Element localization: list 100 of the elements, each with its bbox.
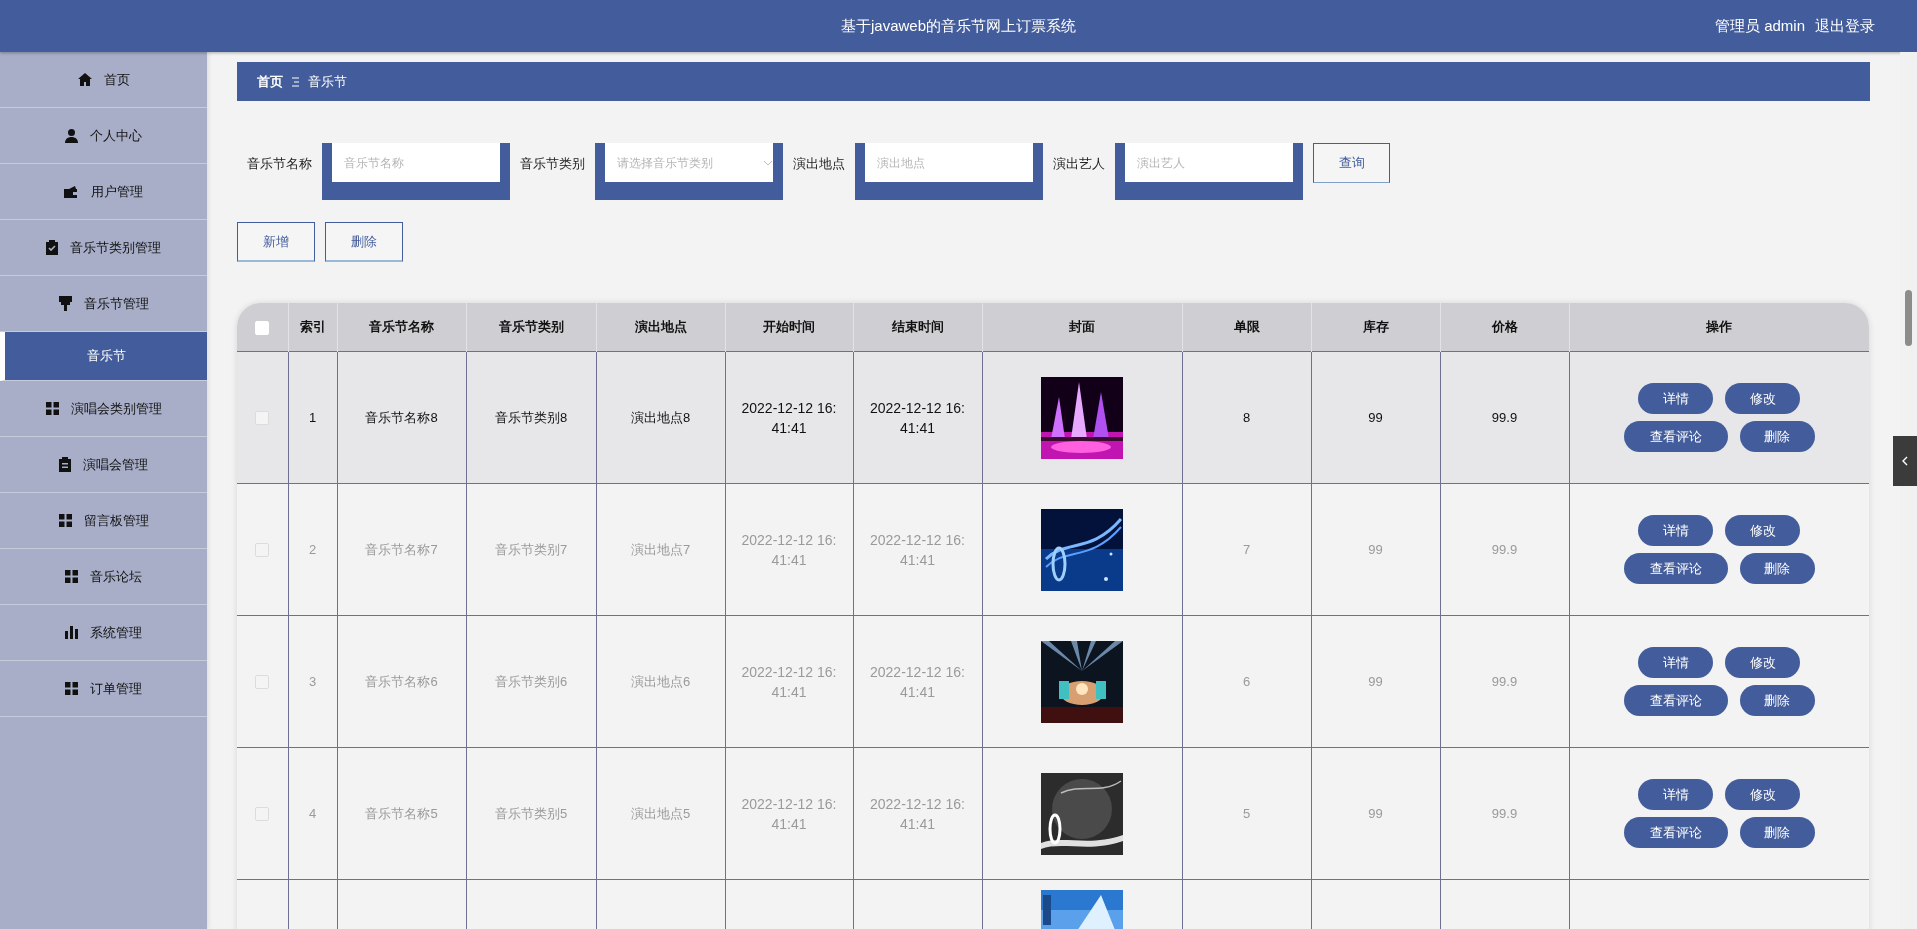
column-header: 封面 <box>982 303 1182 352</box>
column-header: 操作 <box>1569 303 1869 352</box>
start-time-cell: 2022-12-12 16:41:41 <box>741 663 837 700</box>
collapse-tab[interactable] <box>1893 436 1917 486</box>
edit-button[interactable]: 修改 <box>1725 779 1800 810</box>
detail-button[interactable]: 详情 <box>1638 647 1713 678</box>
sidebar-item[interactable]: 订单管理 <box>0 661 207 717</box>
stamp-icon <box>58 296 72 311</box>
toolbar-button[interactable]: 新增 <box>237 222 315 262</box>
end-time-cell: 2022-12-12 16:41:41 <box>870 531 965 568</box>
search-field[interactable]: 演出艺人 <box>1115 143 1303 200</box>
column-header: 开始时间 <box>725 303 853 352</box>
detail-button[interactable]: 详情 <box>1638 779 1713 810</box>
start-time-cell: 2022-12-12 16:41:41 <box>741 399 837 436</box>
delete-button[interactable]: 删除 <box>1739 817 1815 848</box>
index-cell: 2 <box>308 542 317 557</box>
search-field[interactable]: 音乐节名称 <box>322 143 510 200</box>
sidebar-item[interactable]: 用户管理 <box>0 164 207 220</box>
row-checkbox[interactable] <box>255 543 270 558</box>
grid-icon <box>58 514 72 527</box>
search-field[interactable]: 演出地点 <box>855 143 1043 200</box>
category-cell: 音乐节类别5 <box>494 805 568 821</box>
filter-label: 音乐节类别 <box>520 155 585 173</box>
row-checkbox[interactable] <box>255 411 270 426</box>
user-icon <box>65 128 78 143</box>
delete-button[interactable]: 删除 <box>1739 421 1815 452</box>
grid-icon <box>45 402 59 415</box>
venue-cell: 演出地点8 <box>630 409 691 425</box>
column-header: 音乐节名称 <box>337 303 466 352</box>
detail-button[interactable]: 详情 <box>1638 515 1713 546</box>
column-header: 索引 <box>288 303 337 352</box>
column-header: 结束时间 <box>853 303 982 352</box>
edit-button[interactable]: 修改 <box>1725 515 1800 546</box>
delete-button[interactable]: 删除 <box>1739 553 1815 584</box>
detail-button[interactable]: 详情 <box>1638 383 1713 414</box>
stock-cell: 99 <box>1368 410 1383 425</box>
grid-icon <box>65 570 78 583</box>
stock-cell: 99 <box>1368 806 1383 821</box>
index-cell: 3 <box>308 674 317 689</box>
row-checkbox[interactable] <box>255 807 270 822</box>
limit-cell: 6 <box>1242 674 1251 689</box>
name-cell: 音乐节名称5 <box>365 805 438 821</box>
filter-label: 演出地点 <box>793 155 845 173</box>
chevron-left-icon <box>1902 456 1908 466</box>
sidebar-item[interactable]: 音乐论坛 <box>0 549 207 605</box>
wallet-icon <box>64 185 79 198</box>
column-header: 单限 <box>1182 303 1311 352</box>
column-header: 演出地点 <box>596 303 725 352</box>
toolbar-button[interactable]: 删除 <box>325 222 403 262</box>
end-time-cell: 2022-12-12 16:41:41 <box>870 795 965 832</box>
scrollbar-thumb[interactable] <box>1905 290 1912 346</box>
filter-label: 音乐节名称 <box>247 155 312 173</box>
limit-cell: 8 <box>1242 410 1251 425</box>
table-row[interactable]: 3 音乐节名称6 音乐节类别6 演出地点6 2022-12-12 16:41:41 2022-12-12 16:41:41 6 99 99.9 详情 修改 查看评论 删除 <box>237 615 1869 748</box>
sidebar-item[interactable]: 留言板管理 <box>0 493 207 549</box>
edit-button[interactable]: 修改 <box>1725 383 1800 414</box>
delete-button[interactable]: 删除 <box>1739 685 1815 716</box>
sidebar-item[interactable]: 音乐节类别管理 <box>0 220 207 276</box>
price-cell: 99.9 <box>1491 542 1518 557</box>
sidebar-item[interactable]: 演唱会类别管理 <box>0 381 207 437</box>
edit-button[interactable]: 修改 <box>1725 647 1800 678</box>
search-button[interactable]: 查询 <box>1313 143 1390 183</box>
table-row[interactable]: 4 音乐节名称5 音乐节类别5 演出地点5 2022-12-12 16:41:41 2022-12-12 16:41:41 5 99 99.9 详情 修改 查看评论 删除 <box>237 747 1869 880</box>
sidebar-item[interactable]: 演唱会管理 <box>0 437 207 493</box>
table-row[interactable]: 2 音乐节名称7 音乐节类别7 演出地点7 2022-12-12 16:41:41 2022-12-12 16:41:41 7 99 99.9 详情 修改 查看评论 删除 <box>237 483 1869 616</box>
grid-icon <box>65 682 78 695</box>
name-cell: 音乐节名称8 <box>365 409 438 425</box>
index-cell: 1 <box>308 410 317 425</box>
price-cell: 99.9 <box>1491 674 1518 689</box>
category-cell: 音乐节类别7 <box>494 541 568 557</box>
comments-button[interactable]: 查看评论 <box>1623 553 1728 584</box>
clipboard-icon <box>59 457 71 472</box>
row-checkbox[interactable] <box>255 675 270 690</box>
sidebar-item[interactable]: 首页 <box>0 52 207 108</box>
start-time-cell: 2022-12-12 16:41:41 <box>741 531 837 568</box>
comments-button[interactable]: 查看评论 <box>1623 685 1728 716</box>
sidebar-item[interactable]: 系统管理 <box>0 605 207 661</box>
sidebar-subitem[interactable]: 音乐节 <box>0 332 207 381</box>
start-time-cell: 2022-12-12 16:41:41 <box>741 795 837 832</box>
category-select[interactable]: 请选择音乐节类别 <box>595 143 783 200</box>
venue-cell: 演出地点6 <box>630 673 691 689</box>
sidebar-item[interactable]: 个人中心 <box>0 108 207 164</box>
admin-username: 管理员 admin <box>1714 16 1805 36</box>
chevron-down-icon <box>763 160 773 166</box>
column-header: 价格 <box>1440 303 1569 352</box>
index-cell: 4 <box>308 806 317 821</box>
category-cell: 音乐节类别8 <box>494 409 568 425</box>
logout-link[interactable]: 退出登录 <box>1815 16 1875 36</box>
comments-button[interactable]: 查看评论 <box>1623 817 1728 848</box>
end-time-cell: 2022-12-12 16:41:41 <box>870 663 965 700</box>
limit-cell: 7 <box>1242 542 1251 557</box>
table-row[interactable]: 1 音乐节名称8 音乐节类别8 演出地点8 2022-12-12 16:41:41 2022-12-12 16:41:41 8 99 99.9 详情 修改 查看评论 删除 <box>237 351 1869 484</box>
breadcrumb-home-link[interactable]: 首页 <box>257 72 283 91</box>
filter-label: 演出艺人 <box>1053 155 1105 173</box>
venue-cell: 演出地点5 <box>630 805 691 821</box>
separator-icon <box>292 76 299 87</box>
select-all-checkbox[interactable] <box>255 320 270 335</box>
name-cell: 音乐节名称6 <box>365 673 438 689</box>
clipboard-check-icon <box>46 240 58 255</box>
comments-button[interactable]: 查看评论 <box>1623 421 1728 452</box>
